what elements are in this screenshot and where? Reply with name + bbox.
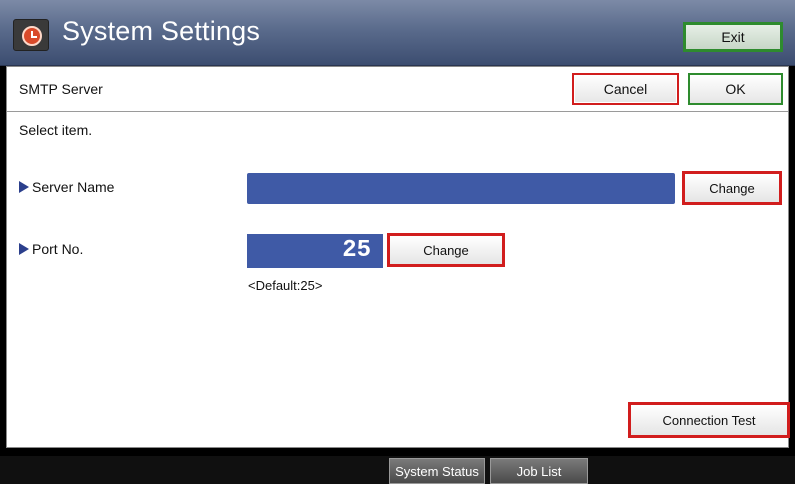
cancel-button[interactable]: Cancel [572, 73, 679, 105]
arrow-right-icon [19, 243, 29, 255]
clock-icon [13, 19, 49, 51]
exit-button[interactable]: Exit [683, 22, 783, 52]
app-title: System Settings [62, 16, 261, 46]
arrow-right-icon [19, 181, 29, 193]
ok-button[interactable]: OK [688, 73, 783, 105]
port-label: Port No. [32, 241, 84, 257]
port-label-row: Port No. [19, 241, 83, 257]
connection-test-button[interactable]: Connection Test [628, 402, 790, 438]
screen-title: SMTP Server [19, 81, 103, 97]
job-list-button[interactable]: Job List [490, 458, 588, 484]
title-bar: System Settings Exit [0, 0, 795, 66]
server-name-change-button[interactable]: Change [682, 171, 782, 205]
server-name-field[interactable] [247, 173, 675, 204]
screen-header: SMTP Server Cancel OK [7, 67, 788, 112]
system-status-button[interactable]: System Status [389, 458, 485, 484]
bottom-bar: System Status Job List [0, 456, 795, 484]
main-panel: SMTP Server Cancel OK Select item. Serve… [6, 66, 790, 448]
server-name-label-row: Server Name [19, 179, 114, 195]
port-field[interactable]: 25 [247, 234, 383, 268]
port-change-button[interactable]: Change [387, 233, 505, 267]
port-default-hint: <Default:25> [248, 278, 323, 293]
instruction-text: Select item. [19, 122, 93, 138]
server-name-label: Server Name [32, 179, 115, 195]
